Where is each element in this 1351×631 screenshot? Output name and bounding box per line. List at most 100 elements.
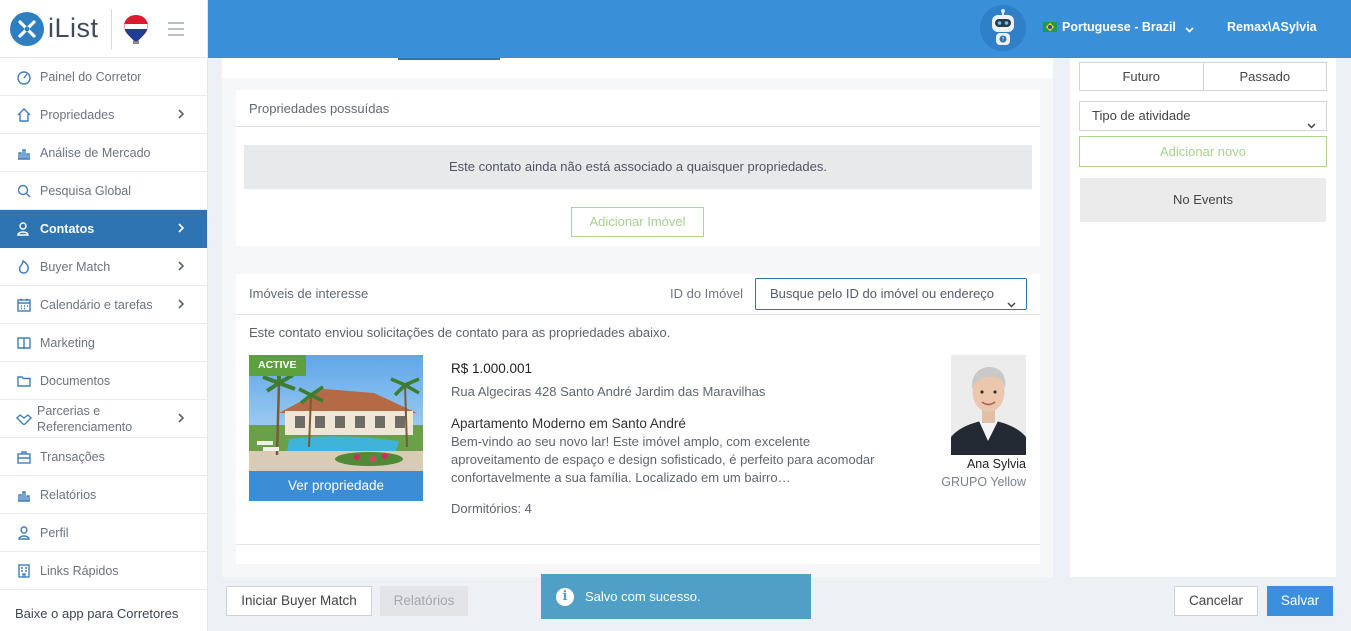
no-events-message: No Events	[1080, 178, 1326, 222]
property-photo[interactable]: ACTIVE	[249, 355, 423, 471]
interest-intro-text: Este contato enviou solicitações de cont…	[249, 325, 671, 340]
sidebar-item-propriedades[interactable]: Propriedades	[0, 96, 207, 134]
calendar-icon	[15, 296, 32, 313]
past-tab[interactable]: Passado	[1203, 62, 1327, 91]
report-chart-icon	[15, 486, 32, 503]
top-bar: ? Portuguese - Brazil Remax\ASylvia	[208, 0, 1351, 58]
chevron-right-icon	[175, 222, 187, 234]
dashboard-icon	[15, 68, 32, 85]
agent-avatar	[951, 355, 1026, 455]
sidebar-item-label: Relatórios	[40, 487, 97, 502]
listing-bedrooms: Dormitórios: 4	[451, 501, 532, 516]
sidebar-item-calendario[interactable]: Calendário e tarefas	[0, 286, 207, 324]
sidebar-item-label-line2: Referenciamento	[37, 419, 133, 434]
listing-price: R$ 1.000.001	[451, 361, 533, 376]
sidebar-item-marketing[interactable]: Marketing	[0, 324, 207, 362]
sidebar-item-contatos[interactable]: Contatos	[0, 210, 207, 248]
listing-description: Bem-vindo ao seu novo lar! Este imóvel a…	[451, 434, 875, 485]
chevron-right-icon	[175, 108, 187, 120]
sidebar-item-transacoes[interactable]: Transações	[0, 438, 207, 476]
save-button[interactable]: Salvar	[1267, 586, 1333, 616]
building-icon	[15, 562, 32, 579]
svg-text:?: ?	[1002, 37, 1005, 43]
sidebar-item-label: Marketing	[40, 335, 95, 350]
success-toast: i Salvo com sucesso.	[541, 574, 811, 619]
ilist-logo-icon[interactable]	[10, 11, 44, 46]
interest-header: Imóveis de interesse ID do Imóvel Busque…	[236, 274, 1040, 315]
add-property-button[interactable]: Adicionar Imóvel	[571, 207, 704, 237]
future-tab[interactable]: Futuro	[1079, 62, 1204, 91]
start-buyer-match-button[interactable]: Iniciar Buyer Match	[226, 586, 372, 616]
sidebar-item-label: Perfil	[40, 525, 69, 540]
interest-title: Imóveis de interesse	[249, 286, 369, 301]
language-selector[interactable]: Portuguese - Brazil	[1043, 20, 1194, 34]
search-icon	[15, 182, 32, 199]
sidebar-item-label: Propriedades	[40, 107, 115, 122]
listing-title[interactable]: Apartamento Moderno em Santo André	[451, 416, 686, 431]
activity-type-label: Tipo de atividade	[1092, 108, 1191, 123]
info-icon: i	[556, 587, 574, 606]
sidebar-item-label: Análise de Mercado	[40, 145, 151, 160]
owned-properties-card: Propriedades possuídas Este contato aind…	[236, 90, 1040, 246]
add-new-activity-button[interactable]: Adicionar novo	[1079, 136, 1327, 167]
sidebar-item-parcerias[interactable]: Parcerias e Referenciamento	[0, 400, 207, 438]
sidebar-item-buyer-match[interactable]: Buyer Match	[0, 248, 207, 286]
logo-text: iList	[48, 13, 99, 43]
sidebar-item-label-line1: Parcerias e	[37, 403, 101, 418]
sidebar-item-label: Painel do Corretor	[40, 69, 142, 84]
chevron-down-icon	[1185, 23, 1194, 33]
reports-button[interactable]: Relatórios	[380, 586, 468, 616]
logo-divider	[110, 8, 112, 49]
agent-group: GRUPO Yellow	[941, 475, 1026, 489]
property-search-placeholder: Busque pelo ID do imóvel ou endereço	[770, 286, 995, 301]
activity-period-toggle: Futuro Passado	[1079, 62, 1327, 91]
chevron-down-icon	[1007, 290, 1016, 308]
flame-icon	[15, 258, 32, 275]
bar-chart-icon	[15, 144, 32, 161]
sidebar-item-perfil[interactable]: Perfil	[0, 514, 207, 552]
user-icon	[15, 524, 32, 541]
folder-icon	[15, 372, 32, 389]
sidebar-item-painel[interactable]: Painel do Corretor	[0, 58, 207, 96]
interest-properties-card: Imóveis de interesse ID do Imóvel Busque…	[236, 274, 1040, 564]
book-icon	[15, 334, 32, 351]
assistant-robot-icon[interactable]: ?	[980, 5, 1026, 51]
home-icon	[15, 106, 32, 123]
sidebar-item-pesquisa[interactable]: Pesquisa Global	[0, 172, 207, 210]
toast-message: Salvo com sucesso.	[585, 589, 701, 604]
agent-name: Ana Sylvia	[966, 457, 1026, 471]
logo-area: iList	[0, 0, 207, 58]
user-menu[interactable]: Remax\ASylvia	[1227, 20, 1317, 34]
sidebar-item-analise[interactable]: Análise de Mercado	[0, 134, 207, 172]
sidebar-item-label: Pesquisa Global	[40, 183, 132, 198]
active-tab-indicator	[398, 58, 500, 60]
chevron-right-icon	[175, 260, 187, 272]
sidebar-item-label: Contatos	[40, 221, 95, 236]
remax-balloon-logo	[123, 14, 149, 44]
chevron-down-icon	[1307, 112, 1316, 129]
listing-address: Rua Algeciras 428 Santo André Jardim das…	[451, 384, 766, 399]
contact-main-panel: Propriedades possuídas Este contato aind…	[222, 58, 1053, 577]
menu-toggle-icon[interactable]	[167, 21, 184, 36]
contacts-icon	[15, 220, 32, 237]
sidebar-item-links[interactable]: Links Rápidos	[0, 552, 207, 590]
chevron-right-icon	[175, 298, 187, 310]
chevron-right-icon	[175, 412, 187, 424]
tab-strip	[222, 58, 1053, 78]
briefcase-icon	[15, 448, 32, 465]
sidebar-item-label: Documentos	[40, 373, 111, 388]
language-label: Portuguese - Brazil	[1062, 20, 1176, 34]
activity-type-select[interactable]: Tipo de atividade	[1079, 101, 1327, 131]
property-search-select[interactable]: Busque pelo ID do imóvel ou endereço	[755, 278, 1027, 310]
view-property-button[interactable]: Ver propriedade	[249, 471, 423, 501]
sidebar-item-label: Calendário e tarefas	[40, 297, 153, 312]
owned-properties-title: Propriedades possuídas	[236, 90, 1040, 127]
cancel-button[interactable]: Cancelar	[1174, 586, 1258, 616]
sidebar-item-documentos[interactable]: Documentos	[0, 362, 207, 400]
no-properties-notice: Este contato ainda não está associado a …	[244, 145, 1032, 189]
sidebar-item-label: Buyer Match	[40, 259, 111, 274]
handshake-icon	[15, 410, 32, 427]
sidebar-item-relatorios[interactable]: Relatórios	[0, 476, 207, 514]
sidebar-item-label: Parcerias e Referenciamento	[37, 403, 132, 435]
download-app-link[interactable]: Baixe o app para Corretores	[15, 606, 178, 621]
